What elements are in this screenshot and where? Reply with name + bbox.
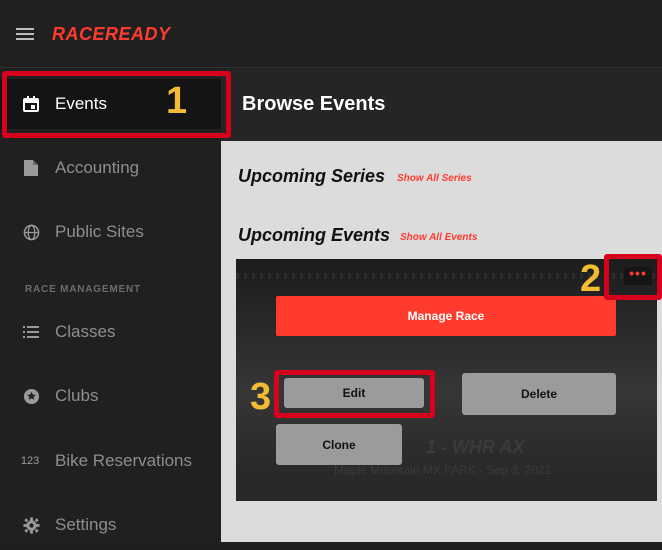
sidebar-item-accounting[interactable]: Accounting [0, 143, 221, 193]
highlight-box-menu [604, 254, 662, 300]
sidebar-item-label: Clubs [55, 386, 99, 405]
sidebar: Events Accounting Public Sites RACE MANA… [0, 69, 221, 542]
event-subtitle: Maple Mountain MX PARK - Sep 3, 2022 [334, 463, 552, 477]
delete-button[interactable]: Delete [462, 373, 616, 415]
event-title: 1 - WHR AX [426, 437, 525, 457]
sidebar-item-public-sites[interactable]: Public Sites [0, 207, 221, 257]
upcoming-series-title: Upcoming Series [238, 166, 386, 186]
main-content: Upcoming Series Show All Series Upcoming… [221, 141, 662, 542]
section-label-race-management: RACE MANAGEMENT [25, 284, 141, 295]
page-title: Browse Events [242, 93, 386, 115]
document-icon [22, 159, 40, 177]
sidebar-item-label: Settings [55, 515, 117, 534]
logo-race-text: RACE [52, 24, 106, 44]
upcoming-events-title: Upcoming Events [238, 225, 391, 245]
annotation-number-2: 2 [580, 258, 602, 300]
show-all-series-link[interactable]: Show All Series [397, 173, 472, 184]
manage-race-button[interactable]: Manage Race [276, 296, 616, 336]
numbers-icon: 123 [20, 455, 40, 467]
annotation-number-1: 1 [166, 80, 188, 122]
sidebar-item-settings[interactable]: Settings [0, 500, 221, 550]
clone-button[interactable]: Clone [276, 424, 402, 465]
sidebar-item-label: Accounting [55, 158, 140, 177]
sidebar-item-clubs[interactable]: Clubs [0, 371, 221, 421]
sidebar-item-bike-reservations[interactable]: 123 Bike Reservations [0, 436, 221, 486]
sidebar-item-label: Classes [55, 322, 116, 341]
page-header: Browse Events [221, 69, 662, 141]
annotation-number-3: 3 [250, 376, 272, 418]
show-all-events-link[interactable]: Show All Events [400, 232, 477, 243]
star-badge-icon [22, 387, 40, 405]
highlight-box-events [2, 71, 231, 138]
globe-icon [22, 223, 40, 241]
highlight-box-edit [274, 370, 435, 418]
app-logo[interactable]: RACEREADY [52, 24, 171, 45]
sidebar-item-label: Bike Reservations [55, 451, 193, 470]
sidebar-item-label: Public Sites [55, 222, 144, 241]
list-icon [22, 323, 40, 341]
sidebar-item-classes[interactable]: Classes [0, 307, 221, 357]
hamburger-menu-icon[interactable] [16, 28, 34, 41]
gear-icon [22, 516, 40, 534]
logo-ready-text: READY [105, 24, 171, 44]
top-bar: RACEREADY [0, 0, 662, 68]
